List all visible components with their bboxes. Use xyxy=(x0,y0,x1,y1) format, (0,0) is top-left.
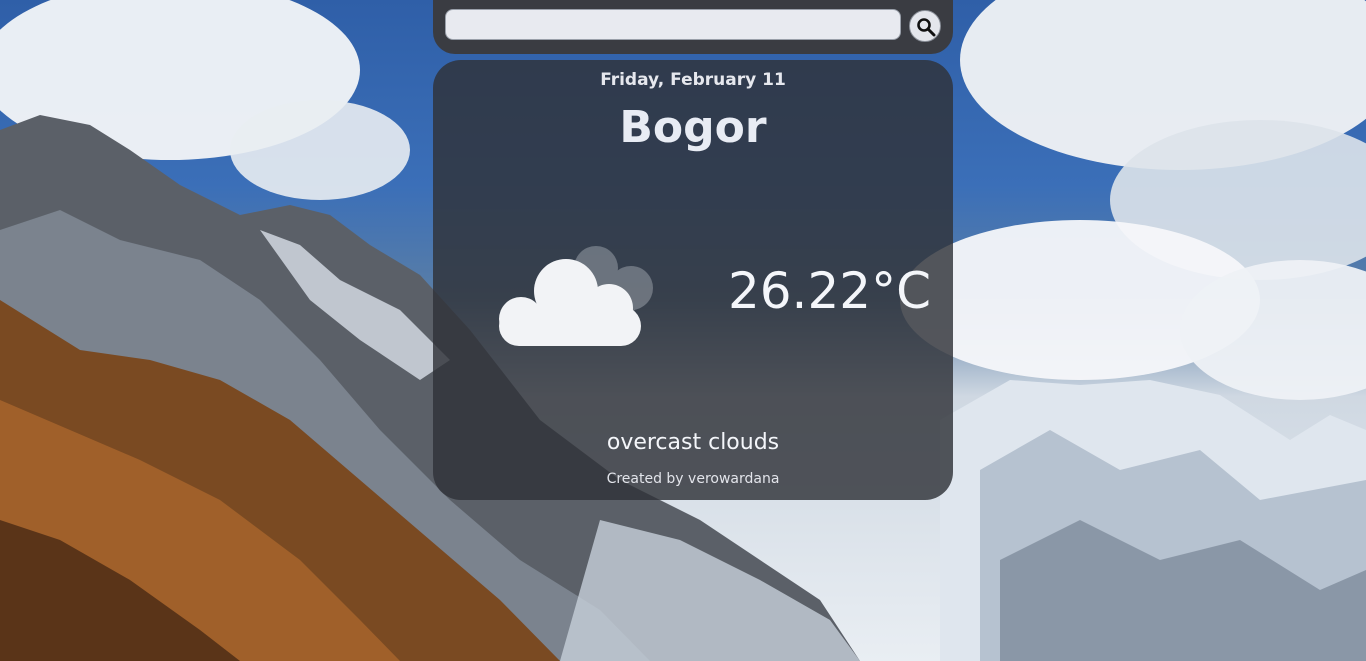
credit-text: Created by verowardana xyxy=(606,471,780,487)
search-bar xyxy=(433,0,953,54)
cloud-icon xyxy=(491,246,666,351)
weather-card: Friday, February 11 Bogor 26.22°C overca… xyxy=(433,60,953,500)
temperature: 26.22°C xyxy=(727,262,931,320)
weather-description: overcast clouds xyxy=(606,430,780,455)
city-name: Bogor xyxy=(619,102,767,153)
search-button[interactable] xyxy=(909,10,941,42)
search-input[interactable] xyxy=(445,9,901,40)
date-label: Friday, February 11 xyxy=(600,70,786,90)
search-icon xyxy=(917,18,936,37)
